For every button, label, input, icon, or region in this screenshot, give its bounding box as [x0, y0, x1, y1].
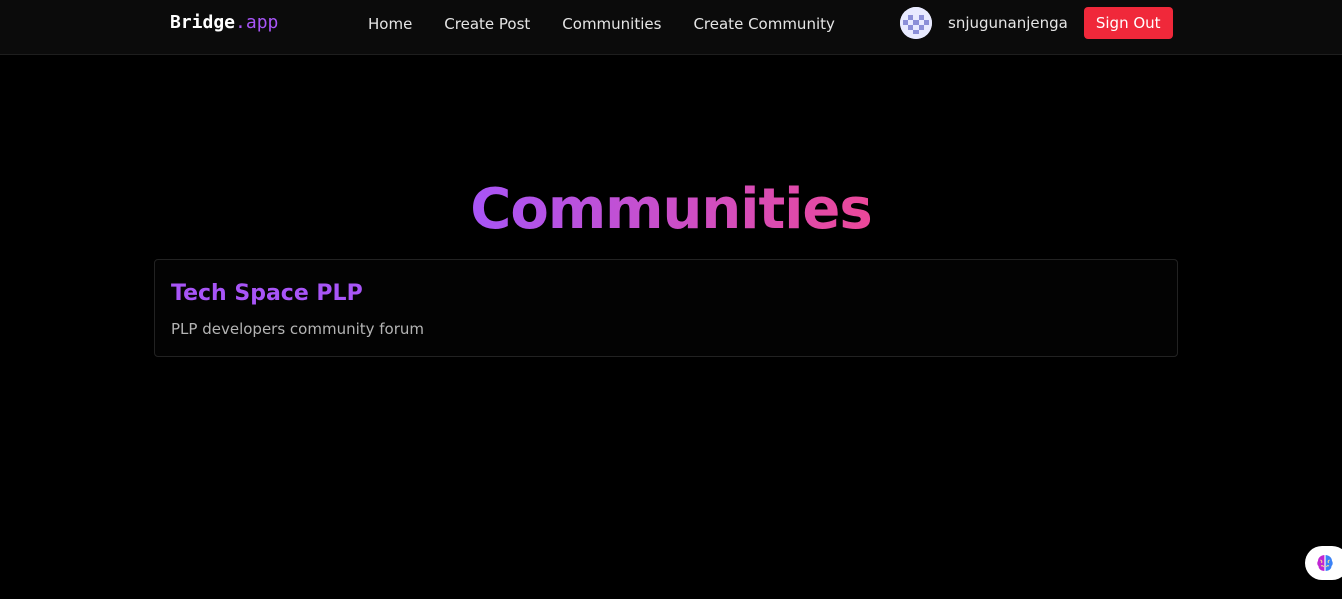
brand-logo[interactable]: Bridge.app [170, 12, 278, 34]
sign-out-button[interactable]: Sign Out [1083, 7, 1173, 39]
community-card[interactable]: Tech Space PLP PLP developers community … [154, 259, 1178, 357]
user-menu: snjugunanjenga Sign Out [900, 7, 1173, 39]
brand-logo-primary: Bridge [170, 12, 236, 33]
brain-icon [1317, 555, 1333, 571]
top-navbar: Bridge.app Home Create Post Communities … [0, 0, 1342, 55]
nav-link-home[interactable]: Home [368, 14, 412, 34]
avatar[interactable] [900, 7, 932, 39]
community-name[interactable]: Tech Space PLP [171, 280, 363, 308]
page-title-container: Communities [0, 172, 1342, 248]
community-description: PLP developers community forum [171, 320, 425, 338]
main-nav: Home Create Post Communities Create Comm… [368, 14, 835, 34]
brand-logo-accent: .app [235, 12, 279, 33]
floating-assistant-button[interactable] [1305, 546, 1342, 580]
page-title: Communities [470, 172, 872, 248]
pixel-identicon-avatar-icon [900, 7, 932, 39]
nav-link-communities[interactable]: Communities [562, 14, 661, 34]
nav-link-create-community[interactable]: Create Community [693, 14, 834, 34]
nav-link-create-post[interactable]: Create Post [444, 14, 530, 34]
username: snjugunanjenga [948, 14, 1068, 32]
